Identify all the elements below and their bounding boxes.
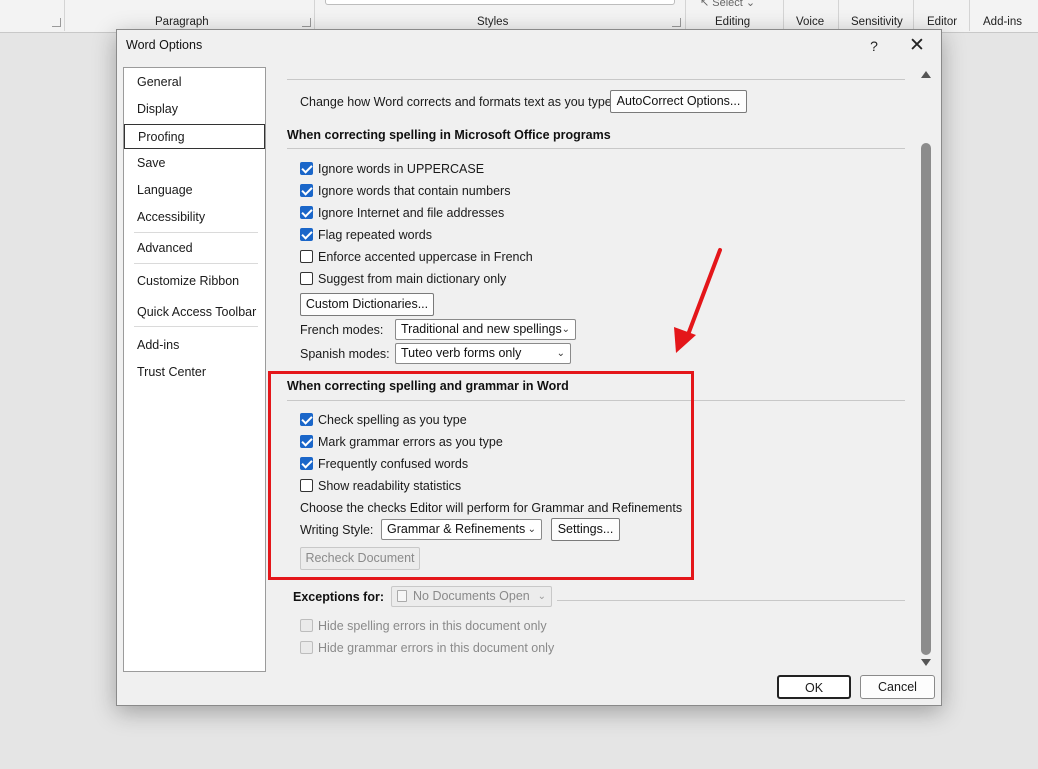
- nav-item-accessibility[interactable]: Accessibility: [124, 205, 265, 230]
- settings-button[interactable]: Settings...: [551, 518, 620, 541]
- styles-launcher-icon[interactable]: [672, 18, 681, 27]
- section-divider: [287, 148, 905, 149]
- french-modes-dropdown[interactable]: Traditional and new spellings ⌄: [395, 319, 576, 340]
- hide-spelling-errors-label: Hide spelling errors in this document on…: [318, 619, 547, 633]
- nav-item-proofing[interactable]: Proofing: [124, 124, 265, 149]
- main-dictionary-only-checkbox[interactable]: [300, 272, 313, 285]
- spanish-modes-label: Spanish modes:: [300, 347, 390, 361]
- custom-dictionaries-button[interactable]: Custom Dictionaries...: [300, 293, 434, 316]
- ribbon-group-editing: Editing: [715, 16, 751, 28]
- enforce-french-uppercase-label: Enforce accented uppercase in French: [318, 250, 533, 264]
- readability-statistics-label: Show readability statistics: [318, 479, 462, 493]
- content-scrollbar[interactable]: [917, 67, 935, 672]
- ignore-numbers-checkbox[interactable]: [300, 184, 313, 197]
- section-divider: [557, 600, 905, 601]
- mark-grammar-label: Mark grammar errors as you type: [318, 435, 503, 449]
- scroll-down-icon[interactable]: [921, 659, 931, 666]
- ribbon-separator: [783, 0, 784, 31]
- chevron-down-icon: ⌄: [561, 324, 570, 335]
- ribbon-separator: [838, 0, 839, 31]
- autocorrect-description: Change how Word corrects and formats tex…: [300, 95, 616, 109]
- chevron-down-icon: ⌄: [556, 348, 565, 359]
- ignore-uppercase-label: Ignore words in UPPERCASE: [318, 162, 485, 176]
- ribbon-group-sensitivity: Sensitivity: [851, 16, 903, 28]
- nav-item-trust-center[interactable]: Trust Center: [124, 360, 265, 385]
- scroll-up-icon[interactable]: [921, 71, 931, 78]
- paragraph-launcher-icon[interactable]: [302, 18, 311, 27]
- ignore-internet-addresses-label: Ignore Internet and file addresses: [318, 206, 505, 220]
- nav-separator: [134, 232, 258, 233]
- ribbon-group-editor: Editor: [927, 16, 958, 28]
- select-button[interactable]: ↖ Select ⌄: [700, 0, 755, 9]
- office-spelling-heading: When correcting spelling in Microsoft Of…: [287, 128, 611, 142]
- nav-item-language[interactable]: Language: [124, 178, 265, 203]
- nav-item-add-ins[interactable]: Add-ins: [124, 333, 265, 358]
- hide-spelling-errors-checkbox[interactable]: [300, 619, 313, 632]
- ribbon-separator: [969, 0, 970, 31]
- nav-item-save[interactable]: Save: [124, 151, 265, 176]
- nav-item-quick-access-toolbar[interactable]: Quick Access Toolbar: [124, 300, 265, 325]
- section-divider: [287, 400, 905, 401]
- proofing-content: Change how Word corrects and formats tex…: [277, 67, 935, 672]
- exceptions-label: Exceptions for:: [293, 590, 384, 604]
- check-spelling-checkbox[interactable]: [300, 413, 313, 426]
- ribbon-separator: [685, 0, 686, 31]
- ribbon-group-paragraph: Paragraph: [155, 16, 209, 28]
- ribbon-separator: [913, 0, 914, 31]
- writing-style-dropdown[interactable]: Grammar & Refinements ⌄: [381, 519, 542, 540]
- nav-item-advanced[interactable]: Advanced: [124, 236, 265, 261]
- ribbon-separator: [64, 0, 65, 31]
- confused-words-label: Frequently confused words: [318, 457, 469, 471]
- autocorrect-options-button[interactable]: AutoCorrect Options...: [610, 90, 747, 113]
- flag-repeated-words-checkbox[interactable]: [300, 228, 313, 241]
- checks-description: Choose the checks Editor will perform fo…: [300, 501, 683, 515]
- check-spelling-label: Check spelling as you type: [318, 413, 467, 427]
- dialog-launcher-icon[interactable]: [52, 18, 61, 27]
- writing-style-label: Writing Style:: [300, 523, 374, 537]
- styles-gallery[interactable]: [325, 0, 675, 5]
- french-modes-label: French modes:: [300, 323, 384, 337]
- help-button[interactable]: ?: [862, 35, 886, 57]
- word-spelling-heading: When correcting spelling and grammar in …: [287, 379, 569, 393]
- document-icon: [397, 590, 407, 602]
- nav-item-general[interactable]: General: [124, 70, 265, 95]
- flag-repeated-words-label: Flag repeated words: [318, 228, 432, 242]
- ribbon-group-add-ins: Add-ins: [983, 16, 1022, 28]
- dialog-title: Word Options: [126, 38, 203, 52]
- close-button[interactable]: ✕: [905, 35, 929, 57]
- spanish-modes-dropdown[interactable]: Tuteo verb forms only ⌄: [395, 343, 571, 364]
- scroll-thumb[interactable]: [921, 143, 931, 655]
- ribbon-group-voice: Voice: [796, 16, 825, 28]
- ignore-uppercase-checkbox[interactable]: [300, 162, 313, 175]
- chevron-down-icon: ⌄: [537, 591, 546, 602]
- main-dictionary-only-label: Suggest from main dictionary only: [318, 272, 507, 286]
- recheck-document-button[interactable]: Recheck Document: [300, 547, 420, 570]
- nav-item-display[interactable]: Display: [124, 97, 265, 122]
- ignore-internet-addresses-checkbox[interactable]: [300, 206, 313, 219]
- ribbon-group-styles: Styles: [477, 16, 509, 28]
- hide-grammar-errors-checkbox[interactable]: [300, 641, 313, 654]
- exceptions-dropdown[interactable]: No Documents Open ⌄: [391, 586, 552, 607]
- section-divider: [287, 79, 905, 80]
- nav-separator: [134, 263, 258, 264]
- readability-statistics-checkbox[interactable]: [300, 479, 313, 492]
- nav-item-customize-ribbon[interactable]: Customize Ribbon: [124, 269, 265, 294]
- ribbon-separator: [314, 0, 315, 31]
- options-navigation: General Display Proofing Save Language A…: [123, 67, 266, 672]
- hide-grammar-errors-label: Hide grammar errors in this document onl…: [318, 641, 555, 655]
- ignore-numbers-label: Ignore words that contain numbers: [318, 184, 511, 198]
- ok-button[interactable]: OK: [777, 675, 851, 699]
- confused-words-checkbox[interactable]: [300, 457, 313, 470]
- enforce-french-uppercase-checkbox[interactable]: [300, 250, 313, 263]
- chevron-down-icon: ⌄: [527, 524, 536, 535]
- word-options-dialog: Word Options ? ✕ General Display Proofin…: [116, 29, 942, 706]
- mark-grammar-checkbox[interactable]: [300, 435, 313, 448]
- cancel-button[interactable]: Cancel: [860, 675, 935, 699]
- nav-separator: [134, 326, 258, 327]
